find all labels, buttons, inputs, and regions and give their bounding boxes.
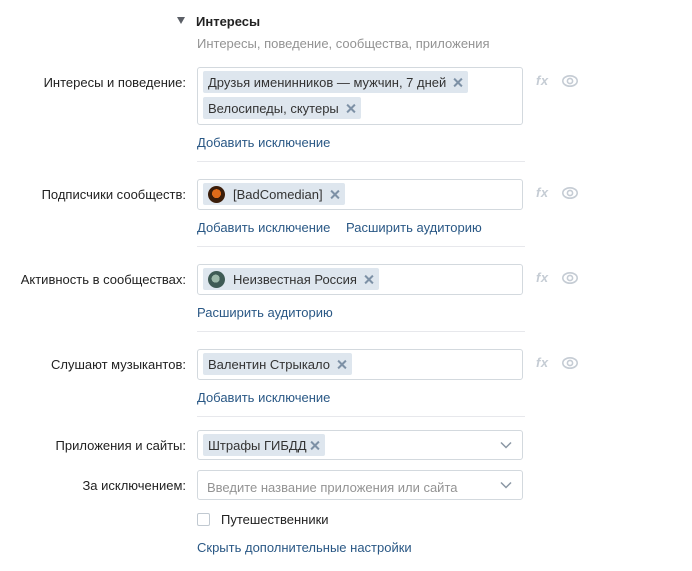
community-avatar-icon [208, 270, 225, 288]
activity-label: Активность в сообществах: [20, 272, 186, 287]
tag-community: Неизвестная Россия [203, 268, 379, 290]
add-exclusion-link[interactable]: Добавить исключение [197, 390, 330, 405]
community-avatar-icon [208, 185, 225, 203]
section-title: Интересы [196, 14, 261, 29]
tag-label: Неизвестная Россия [233, 271, 357, 287]
close-icon[interactable] [364, 275, 373, 284]
except-select[interactable]: Введите название приложения или сайта [197, 470, 523, 500]
subscribers-label: Подписчики сообществ: [41, 187, 186, 202]
fx-icon[interactable]: fx [536, 185, 549, 200]
eye-icon[interactable] [562, 272, 578, 284]
except-placeholder: Введите название приложения или сайта [207, 480, 458, 495]
close-icon[interactable] [337, 360, 346, 369]
musicians-field[interactable]: Валентин Стрыкало [197, 349, 523, 380]
tag-app: Штрафы ГИБДД [203, 434, 325, 456]
interests-field[interactable]: Друзья именинников — мужчин, 7 дней Вело… [197, 67, 523, 125]
apps-label: Приложения и сайты: [55, 438, 186, 453]
fx-icon[interactable]: fx [536, 270, 549, 285]
chevron-down-icon[interactable] [500, 441, 512, 449]
divider [197, 246, 525, 247]
chevron-down-icon[interactable] [500, 481, 512, 489]
divider [197, 161, 525, 162]
tag-label: Велосипеды, скутеры [208, 100, 339, 116]
tag-label: [BadComedian] [233, 186, 323, 202]
except-label: За исключением: [82, 478, 186, 493]
close-icon[interactable] [310, 441, 319, 450]
travelers-checkbox[interactable] [197, 513, 210, 526]
collapse-triangle-icon [177, 17, 185, 24]
close-icon[interactable] [330, 190, 339, 199]
subscribers-field[interactable]: [BadComedian] [197, 179, 523, 210]
tag-community: [BadComedian] [203, 183, 345, 205]
close-icon[interactable] [346, 104, 355, 113]
hide-advanced-link[interactable]: Скрыть дополнительные настройки [197, 540, 412, 555]
eye-icon[interactable] [562, 187, 578, 199]
divider [197, 416, 525, 417]
add-exclusion-link[interactable]: Добавить исключение [197, 220, 330, 235]
eye-icon[interactable] [562, 357, 578, 369]
add-exclusion-link[interactable]: Добавить исключение [197, 135, 330, 150]
tag-musician: Валентин Стрыкало [203, 353, 352, 375]
musicians-label: Слушают музыкантов: [51, 357, 186, 372]
divider [197, 331, 525, 332]
tag-label: Валентин Стрыкало [208, 356, 330, 372]
tag-interest: Велосипеды, скутеры [203, 97, 361, 119]
apps-field[interactable]: Штрафы ГИБДД [197, 430, 523, 460]
travelers-label[interactable]: Путешественники [221, 512, 329, 527]
interests-label: Интересы и поведение: [43, 75, 186, 90]
fx-icon[interactable]: fx [536, 73, 549, 88]
expand-audience-link[interactable]: Расширить аудиторию [346, 220, 482, 235]
tag-interest: Друзья именинников — мужчин, 7 дней [203, 71, 469, 93]
tag-label: Друзья именинников — мужчин, 7 дней [208, 74, 447, 90]
tag-label: Штрафы ГИБДД [208, 437, 307, 453]
section-subtitle: Интересы, поведение, сообщества, приложе… [197, 36, 490, 51]
fx-icon[interactable]: fx [536, 355, 549, 370]
activity-field[interactable]: Неизвестная Россия [197, 264, 523, 295]
close-icon[interactable] [453, 78, 462, 87]
eye-icon[interactable] [562, 75, 578, 87]
expand-audience-link[interactable]: Расширить аудиторию [197, 305, 333, 320]
